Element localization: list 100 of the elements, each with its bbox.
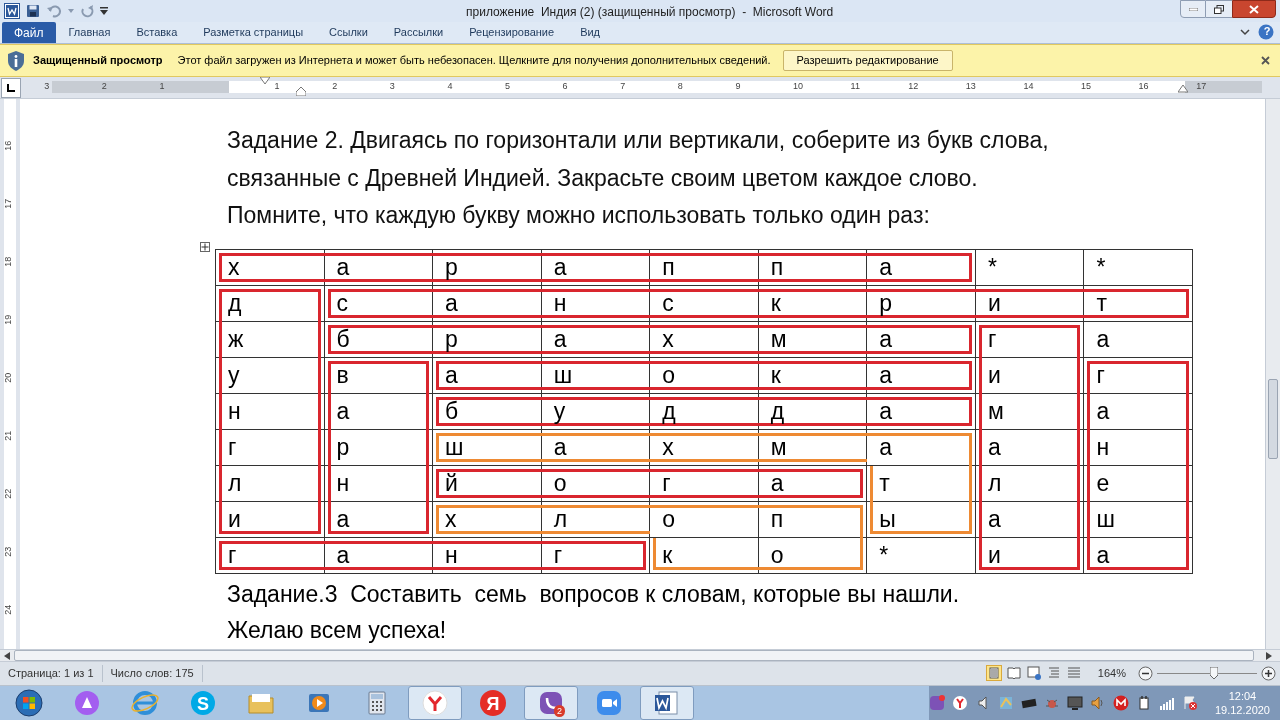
task-text: Задание.3 Составить семь вопросов к словам, которые вы нашли. — [227, 579, 961, 609]
letter-cell: е — [1096, 471, 1110, 495]
page-count: Страница: 1 из 1 — [0, 665, 103, 682]
viber-icon — [537, 689, 565, 717]
letter-cell: * — [987, 255, 997, 279]
ruler-number: 22 — [2, 488, 15, 499]
ribbon-tab[interactable]: Главная — [55, 22, 124, 43]
ruler-number: 12 — [908, 80, 919, 93]
scroll-right-icon[interactable] — [1266, 651, 1272, 660]
ribbon-tab[interactable]: Разметка страницы — [190, 22, 317, 43]
letter-cell: х — [228, 255, 240, 279]
letter-cell: к — [662, 543, 673, 567]
slider-thumb[interactable] — [1210, 666, 1219, 679]
restore-button[interactable] — [1206, 0, 1232, 18]
help-button[interactable]: ? — [1259, 23, 1275, 40]
viber-tray-icon[interactable] — [928, 695, 945, 711]
zoom-slider[interactable] — [1157, 665, 1257, 681]
letter-cell: ш — [553, 363, 573, 387]
ruler-number: 4 — [447, 80, 453, 93]
ribbon-tab[interactable]: Ссылки — [316, 22, 381, 43]
letter-cell: р — [445, 327, 458, 351]
letter-cell: й — [445, 471, 458, 495]
flag-error-icon[interactable] — [1181, 695, 1198, 711]
task-text: Помните, что каждую букву можно использовать только один раз: — [227, 201, 931, 230]
dropdown-caret-icon[interactable] — [68, 9, 74, 13]
undo-icon[interactable] — [46, 4, 62, 18]
save-icon[interactable] — [26, 4, 40, 18]
ruler-number: 23 — [2, 546, 15, 557]
letter-cell: а — [879, 255, 893, 279]
tab-selector[interactable] — [1, 78, 21, 98]
scroll-thumb[interactable] — [1268, 379, 1278, 459]
letter-cell: т — [879, 471, 890, 495]
taskbar-button[interactable] — [640, 686, 694, 720]
letter-cell: д — [228, 291, 242, 315]
word-count: Число слов: 175 — [102, 665, 203, 682]
customize-toolbar-icon[interactable] — [100, 6, 108, 16]
ya-letter-icon: Я — [479, 689, 507, 717]
letter-cell: м — [987, 399, 1004, 423]
zoom-in-icon[interactable] — [1261, 665, 1276, 681]
ruler-number: 1 — [159, 80, 165, 93]
indent-marker-icon[interactable] — [296, 87, 306, 96]
zoom-level: 164% — [1097, 666, 1126, 681]
m-letter-circle-icon[interactable] — [1112, 695, 1129, 711]
close-button[interactable] — [1232, 0, 1276, 18]
redo-icon[interactable] — [80, 4, 94, 18]
ruler-number: 16 — [2, 140, 15, 151]
ruler-number: 1 — [274, 80, 280, 93]
letter-cell: х — [445, 507, 457, 531]
word-app-icon[interactable] — [4, 3, 20, 19]
ruler-number: 9 — [735, 80, 741, 93]
ruler-number: 18 — [2, 256, 15, 267]
taskbar-button[interactable]: 2 — [524, 686, 578, 720]
letter-cell: а — [336, 507, 350, 531]
letter-cell: а — [553, 327, 567, 351]
letter-cell: р — [445, 255, 458, 279]
letter-cell: а — [987, 435, 1001, 459]
monitor-tray-icon[interactable] — [1066, 695, 1083, 711]
y-browser-icon — [421, 689, 449, 717]
letter-cell: т — [1096, 291, 1107, 315]
letter-cell: н — [336, 471, 350, 495]
ribbon-tab[interactable]: Рассылки — [380, 22, 457, 43]
letter-cell: а — [553, 435, 567, 459]
ruler-number: 5 — [505, 80, 510, 93]
letter-cell: а — [879, 435, 893, 459]
reading-layout-icon[interactable] — [1005, 665, 1022, 682]
enable-editing-button[interactable]: Разрешить редактирование — [782, 50, 953, 71]
letter-cell: к — [770, 363, 781, 387]
close-icon[interactable] — [1261, 56, 1270, 65]
letter-cell: у — [228, 363, 240, 387]
ribbon-tab[interactable]: Файл — [2, 22, 56, 43]
letter-cell: а — [1096, 399, 1110, 423]
letter-cell: а — [1096, 543, 1110, 567]
web-layout-icon[interactable] — [1025, 665, 1042, 682]
letter-cell: г — [228, 543, 237, 567]
zoom-out-icon[interactable] — [1138, 665, 1153, 681]
volume-tray-icon[interactable] — [1089, 695, 1106, 711]
letter-cell: н — [553, 291, 567, 315]
signal-bars-icon[interactable] — [1158, 695, 1175, 711]
taskbar-button[interactable]: Я — [466, 686, 520, 720]
ribbon-tab[interactable]: Рецензирование — [456, 22, 568, 43]
collapse-ribbon-icon[interactable] — [1240, 28, 1250, 36]
letter-cell: в — [336, 363, 349, 387]
letter-cell: и — [987, 543, 1001, 567]
ruler-number: 11 — [850, 80, 860, 93]
indent-marker-icon[interactable] — [1178, 85, 1188, 93]
y-browser-tray-icon[interactable] — [951, 695, 968, 711]
ruler-number: 3 — [44, 80, 50, 93]
ribbon-tab[interactable]: Вставка — [123, 22, 191, 43]
letter-cell: д — [662, 399, 676, 423]
ruler-number: 24 — [2, 604, 15, 615]
vertical-scrollbar[interactable] — [1265, 99, 1280, 649]
taskbar-button[interactable] — [408, 686, 462, 720]
ribbon-tab[interactable]: Вид — [567, 22, 614, 43]
ruler-number: 13 — [965, 80, 976, 93]
ruler-number: 15 — [1081, 80, 1091, 93]
letter-cell: п — [770, 255, 784, 279]
letter-cell: о — [770, 543, 784, 567]
table-move-handle-icon[interactable] — [200, 242, 210, 252]
ruler-number: 19 — [2, 314, 15, 325]
scroll-left-icon[interactable] — [4, 651, 10, 660]
